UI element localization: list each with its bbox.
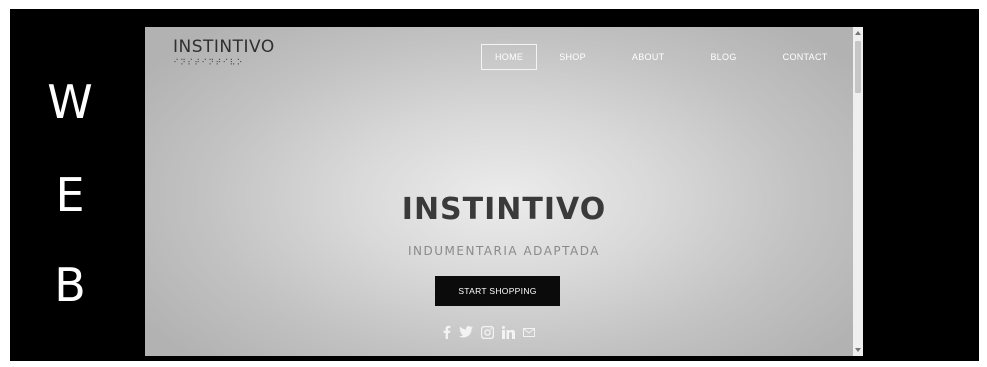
scroll-down-icon[interactable] xyxy=(855,348,861,352)
twitter-icon[interactable] xyxy=(459,326,473,338)
nav-contact[interactable]: CONTACT xyxy=(771,44,840,70)
nav-blog[interactable]: BLOG xyxy=(698,44,748,70)
nav-home[interactable]: HOME xyxy=(481,44,538,70)
social-links xyxy=(443,325,535,339)
nav-shop[interactable]: SHOP xyxy=(547,44,598,70)
hero-title: INSTINTIVO xyxy=(401,192,607,227)
side-letter-w: W xyxy=(47,75,93,129)
linkedin-icon[interactable] xyxy=(502,325,515,339)
site-logo[interactable]: INSTINTIVO ⠊⠝⠎⠞⠊⠝⠞⠊⠧⠕ xyxy=(173,39,275,67)
logo-braille: ⠊⠝⠎⠞⠊⠝⠞⠊⠧⠕ xyxy=(173,58,244,67)
email-icon[interactable] xyxy=(523,327,535,337)
vertical-scrollbar[interactable] xyxy=(853,27,863,356)
facebook-icon[interactable] xyxy=(443,325,451,339)
side-letter-b: B xyxy=(54,258,86,312)
main-nav: HOME SHOP ABOUT BLOG CONTACT xyxy=(481,44,840,70)
hero-subtitle: INDUMENTARIA ADAPTADA xyxy=(408,244,600,258)
instagram-icon[interactable] xyxy=(481,325,494,339)
scroll-up-icon[interactable] xyxy=(855,31,861,35)
side-letter-e: E xyxy=(55,168,85,222)
nav-about[interactable]: ABOUT xyxy=(620,44,677,70)
logo-text: INSTINTIVO xyxy=(173,37,275,57)
scroll-thumb[interactable] xyxy=(855,41,861,93)
start-shopping-button[interactable]: START SHOPPING xyxy=(435,276,560,306)
website-viewport: INSTINTIVO ⠊⠝⠎⠞⠊⠝⠞⠊⠧⠕ HOME SHOP ABOUT BL… xyxy=(145,27,863,356)
